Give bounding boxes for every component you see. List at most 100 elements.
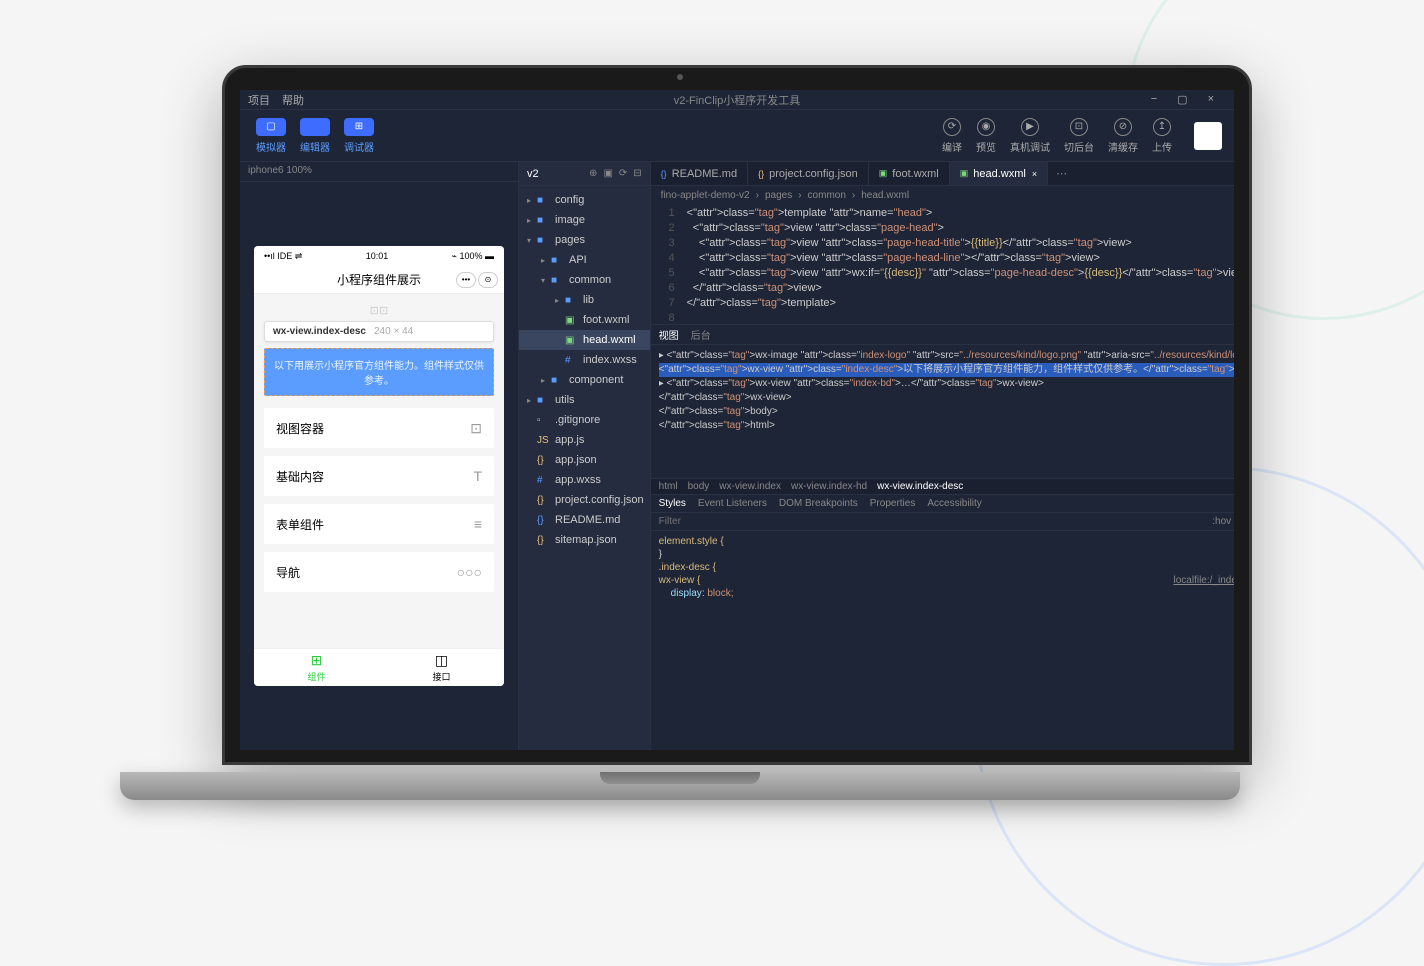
ide-screen: 项目 帮助 v2-FinClip小程序开发工具 − ▢ × ▢模拟器编辑器⊞调试… [240, 90, 1234, 750]
tab-name: README.md [672, 168, 737, 180]
new-folder-icon[interactable]: ▣ [603, 168, 612, 179]
tool-调试器[interactable]: ⊞调试器 [340, 118, 378, 154]
devtools-tab-后台[interactable]: 后台 [691, 327, 711, 342]
element-node[interactable]: </"attr">class="tag">wx-view> [659, 391, 1234, 405]
menu-dots-icon[interactable]: ••• [456, 272, 476, 288]
tool-编辑器[interactable]: 编辑器 [296, 118, 334, 154]
styles-tab-Styles[interactable]: Styles [659, 498, 686, 509]
editor-tab-project.config.json[interactable]: {}project.config.json [748, 162, 869, 185]
element-node[interactable]: ▸ <"attr">class="tag">wx-view "attr">cla… [659, 377, 1234, 391]
new-file-icon[interactable]: ⊕ [589, 168, 597, 179]
code-line[interactable]: </"attr">class="tag">view> [687, 281, 1234, 296]
action-label: 切后台 [1064, 139, 1094, 154]
file-icon: ▣ [565, 315, 579, 326]
component-item[interactable]: 表单组件≡ [264, 504, 494, 544]
editor-tab-head.wxml[interactable]: ▣head.wxml× [950, 162, 1048, 185]
styles-filter-input[interactable] [659, 516, 1213, 527]
tree-item-utils[interactable]: ▸■utils [519, 390, 650, 410]
breadcrumb-segment[interactable]: common [808, 190, 846, 201]
action-编译[interactable]: ⟳编译 [942, 118, 962, 154]
action-上传[interactable]: ↥上传 [1152, 118, 1172, 154]
action-切后台[interactable]: ⊡切后台 [1064, 118, 1094, 154]
code-line[interactable]: <"attr">class="tag">view "attr">wx:if="{… [687, 266, 1234, 281]
element-node[interactable]: ▸ <"attr">class="tag">wx-image "attr">cl… [659, 349, 1234, 363]
editor-tab-foot.wxml[interactable]: ▣foot.wxml [869, 162, 950, 185]
action-清缓存[interactable]: ⊘清缓存 [1108, 118, 1138, 154]
phone-tab-组件[interactable]: ⊞组件 [254, 649, 379, 686]
element-breadcrumb[interactable]: html body wx-view.index wx-view.index-hd wx-… [651, 478, 1234, 494]
file-icon: JS [537, 435, 551, 446]
styles-tab-Event Listeners[interactable]: Event Listeners [698, 498, 767, 509]
filter-option[interactable]: :hov [1212, 516, 1231, 527]
element-node[interactable]: </"attr">class="tag">html> [659, 419, 1234, 433]
element-crumb[interactable]: body [688, 481, 710, 492]
tooltip-selector: wx-view.index-desc [273, 326, 366, 337]
css-source[interactable]: localfile:/_index.css:2 [1174, 574, 1235, 587]
chevron-icon: ▸ [527, 396, 537, 405]
tree-item-project.config.json[interactable]: {}project.config.json [519, 490, 650, 510]
action-真机调试[interactable]: ▶真机调试 [1010, 118, 1050, 154]
tree-item-API[interactable]: ▸■API [519, 250, 650, 270]
phone-simulator[interactable]: ••ıl IDE ⇌ 10:01 ⌁ 100% ▬ 小程序组件展示 ••• ⊙ [254, 246, 504, 686]
tool-模拟器[interactable]: ▢模拟器 [252, 118, 290, 154]
file-icon: ■ [537, 195, 551, 206]
file-name: lib [583, 294, 594, 306]
elements-tree[interactable]: ▸ <"attr">class="tag">wx-image "attr">cl… [651, 345, 1234, 478]
component-label: 基础内容 [276, 468, 324, 485]
breadcrumb-segment[interactable]: pages [765, 190, 792, 201]
breadcrumb[interactable]: fino-applet-demo-v2 › pages › common › h… [651, 186, 1234, 204]
breadcrumb-segment[interactable]: head.wxml [861, 190, 909, 201]
breadcrumb-segment[interactable]: fino-applet-demo-v2 [661, 190, 750, 201]
css-property[interactable]: display: block; [659, 587, 1234, 600]
tree-item-app.wxss[interactable]: #app.wxss [519, 470, 650, 490]
component-item[interactable]: 导航○○○ [264, 552, 494, 592]
tab-more-icon[interactable]: ⋯ [1048, 162, 1075, 185]
code-line[interactable]: <"attr">class="tag">view "attr">class="p… [687, 236, 1234, 251]
file-tree[interactable]: ▸■config▸■image▾■pages▸■API▾■common▸■lib… [519, 186, 650, 750]
element-crumb[interactable]: wx-view.index-hd [791, 481, 867, 492]
collapse-icon[interactable]: ⊟ [633, 168, 641, 179]
tree-item-lib[interactable]: ▸■lib [519, 290, 650, 310]
tree-item-README.md[interactable]: {}README.md [519, 510, 650, 530]
tree-item-component[interactable]: ▸■component [519, 370, 650, 390]
tree-item-image[interactable]: ▸■image [519, 210, 650, 230]
tree-item-app.js[interactable]: JSapp.js [519, 430, 650, 450]
action-label: 真机调试 [1010, 139, 1050, 154]
avatar[interactable] [1194, 122, 1222, 150]
close-tab-icon[interactable]: × [1032, 169, 1037, 179]
editor-tab-README.md[interactable]: {}README.md [651, 162, 748, 185]
tree-item-index.wxss[interactable]: #index.wxss [519, 350, 650, 370]
code-line[interactable]: <"attr">class="tag">template "attr">name… [687, 206, 1234, 221]
code-area[interactable]: 12345678 <"attr">class="tag">template "a… [651, 204, 1234, 324]
phone-tab-接口[interactable]: ◫接口 [379, 649, 504, 686]
tree-item-common[interactable]: ▾■common [519, 270, 650, 290]
element-crumb[interactable]: html [659, 481, 678, 492]
css-selector: wx-view { [659, 575, 701, 586]
tree-item-pages[interactable]: ▾■pages [519, 230, 650, 250]
tree-item-.gitignore[interactable]: ▫.gitignore [519, 410, 650, 430]
tree-item-foot.wxml[interactable]: ▣foot.wxml [519, 310, 650, 330]
code-line[interactable]: </"attr">class="tag">template> [687, 296, 1234, 311]
styles-tab-DOM Breakpoints[interactable]: DOM Breakpoints [779, 498, 858, 509]
element-crumb[interactable]: wx-view.index-desc [877, 481, 963, 492]
element-node[interactable]: <"attr">class="tag">wx-view "attr">class… [659, 363, 1234, 377]
tab-icon: ◫ [435, 652, 448, 669]
styles-tab-Accessibility[interactable]: Accessibility [927, 498, 981, 509]
action-预览[interactable]: ◉预览 [976, 118, 996, 154]
element-crumb[interactable]: wx-view.index [719, 481, 781, 492]
tree-item-config[interactable]: ▸■config [519, 190, 650, 210]
close-circle-icon[interactable]: ⊙ [478, 272, 498, 288]
component-item[interactable]: 视图容器⊡ [264, 408, 494, 448]
highlighted-element[interactable]: 以下用展示小程序官方组件能力。组件样式仅供参考。 [264, 348, 494, 396]
styles-tab-Properties[interactable]: Properties [870, 498, 916, 509]
code-line[interactable]: <"attr">class="tag">view "attr">class="p… [687, 221, 1234, 236]
code-line[interactable]: <"attr">class="tag">view "attr">class="p… [687, 251, 1234, 266]
component-item[interactable]: 基础内容T [264, 456, 494, 496]
tree-item-sitemap.json[interactable]: {}sitemap.json [519, 530, 650, 550]
tree-item-app.json[interactable]: {}app.json [519, 450, 650, 470]
refresh-icon[interactable]: ⟳ [619, 168, 627, 179]
tree-item-head.wxml[interactable]: ▣head.wxml [519, 330, 650, 350]
devtools-tab-视图[interactable]: 视图 [659, 327, 679, 342]
css-rules[interactable]: element.style {}.index-desc {</span></di… [651, 531, 1234, 644]
element-node[interactable]: </"attr">class="tag">body> [659, 405, 1234, 419]
